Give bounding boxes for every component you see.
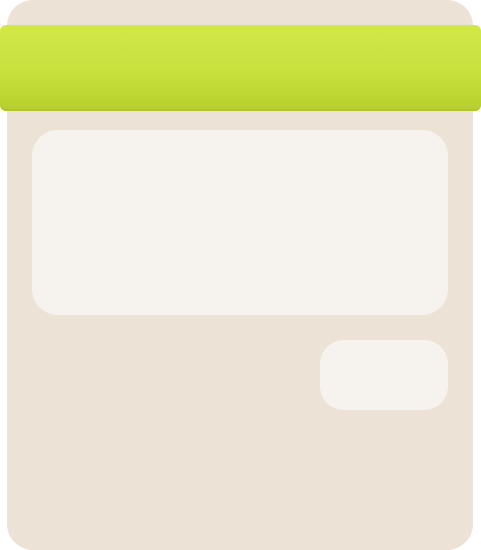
header-bar	[0, 25, 481, 111]
app-window	[0, 0, 481, 550]
action-button[interactable]	[320, 340, 448, 410]
content-panel	[32, 130, 448, 315]
